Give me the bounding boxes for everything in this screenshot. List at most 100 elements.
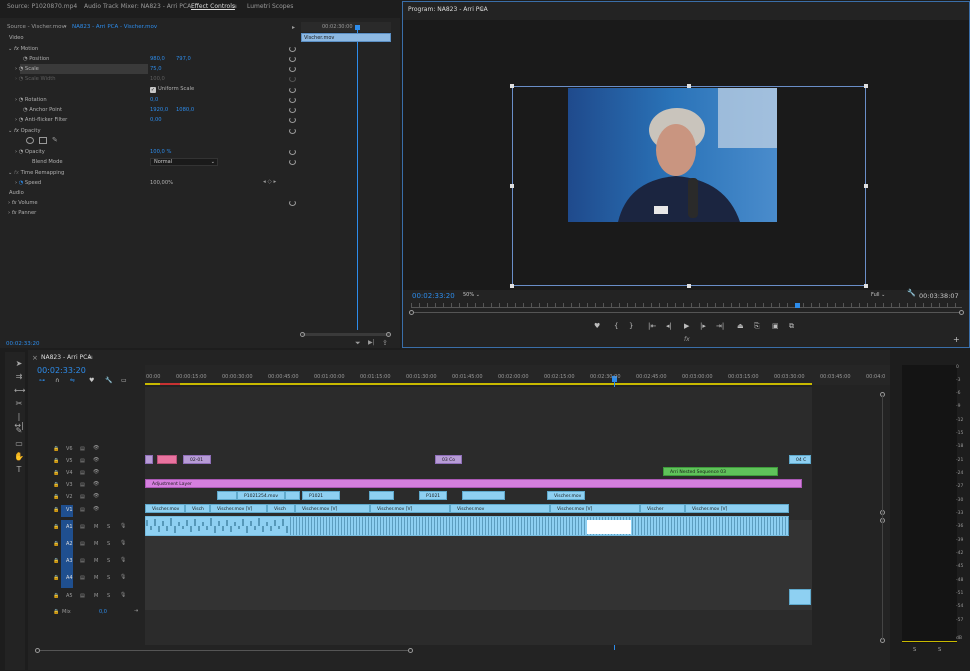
vertical-scrollbar[interactable] bbox=[882, 395, 883, 640]
clip[interactable] bbox=[462, 491, 505, 500]
play-icon[interactable]: ▶ bbox=[684, 322, 689, 330]
wrench-icon[interactable]: 🔧 bbox=[907, 289, 916, 297]
clip[interactable] bbox=[285, 491, 300, 500]
track-select-tool-icon[interactable]: ⇉ bbox=[14, 372, 24, 382]
rectangle-mask-icon[interactable] bbox=[39, 137, 47, 144]
motion-row[interactable]: ⌄ fx Motion bbox=[8, 44, 38, 54]
clip[interactable] bbox=[145, 455, 153, 464]
transform-handle[interactable] bbox=[510, 184, 514, 188]
zoom-handle-right[interactable] bbox=[386, 332, 391, 337]
camera-icon[interactable]: ▣ bbox=[772, 322, 779, 330]
add-button-icon[interactable]: + bbox=[953, 335, 960, 344]
chevron-down-icon[interactable]: ⌄ bbox=[8, 46, 12, 52]
track-label[interactable]: V1 bbox=[66, 507, 73, 513]
clip[interactable]: P1021 bbox=[419, 491, 447, 500]
clip[interactable]: Vischer.mov bbox=[145, 504, 185, 513]
linked-selection-icon[interactable]: ⇋ bbox=[70, 377, 75, 384]
mute-button[interactable]: M bbox=[94, 541, 98, 547]
chevron-down-icon[interactable]: ⌄ bbox=[8, 128, 12, 134]
source-clip-label[interactable]: Source - Vischer.mov bbox=[7, 24, 65, 30]
sync-lock-icon[interactable]: ▤ bbox=[80, 482, 85, 488]
lock-icon[interactable]: 🔒 bbox=[53, 593, 59, 599]
volume-row[interactable]: › fx Volume bbox=[8, 198, 38, 208]
lock-icon[interactable]: 🔒 bbox=[53, 575, 59, 581]
clip[interactable]: P1021254.mov bbox=[237, 491, 285, 500]
sequence-clip-label[interactable]: NA823 - Arri PCA - Vischer.mov bbox=[72, 24, 157, 30]
sync-lock-icon[interactable]: ▤ bbox=[80, 524, 85, 530]
position-x-value[interactable]: 980,0 bbox=[150, 56, 165, 62]
chevron-right-icon[interactable]: › bbox=[8, 200, 10, 206]
program-time-ruler[interactable] bbox=[411, 303, 962, 308]
solo-left-button[interactable]: S bbox=[913, 647, 916, 653]
solo-right-button[interactable]: S bbox=[938, 647, 941, 653]
magnet-icon[interactable]: ∩ bbox=[55, 377, 59, 384]
track-label[interactable]: A5 bbox=[66, 593, 73, 599]
microphone-icon[interactable]: 🎙 bbox=[120, 592, 126, 598]
reset-opacity-icon[interactable] bbox=[289, 149, 296, 155]
anchor-x-value[interactable]: 1920,0 bbox=[150, 107, 168, 113]
stopwatch-icon[interactable]: ◔ bbox=[19, 149, 24, 155]
reset-rotation-icon[interactable] bbox=[289, 97, 296, 103]
hand-tool-icon[interactable]: ✋ bbox=[14, 452, 24, 462]
blend-mode-dropdown[interactable]: Normal ⌄ bbox=[150, 158, 218, 166]
reset-position-icon[interactable] bbox=[289, 56, 296, 62]
eye-icon[interactable]: 👁 bbox=[93, 469, 99, 475]
chevron-down-icon[interactable]: ⌄ bbox=[8, 170, 12, 176]
chevron-down-icon[interactable]: ▾ bbox=[64, 24, 67, 30]
sync-lock-icon[interactable]: ▤ bbox=[80, 507, 85, 513]
filter-icon[interactable]: ⏷ bbox=[355, 339, 361, 348]
clip[interactable] bbox=[217, 491, 237, 500]
antiflicker-value[interactable]: 0,00 bbox=[150, 117, 162, 123]
ripple-edit-tool-icon[interactable]: ⟷ bbox=[14, 386, 25, 396]
quality-dropdown[interactable]: Full ⌄ bbox=[871, 291, 899, 299]
microphone-icon[interactable]: 🎙 bbox=[120, 574, 126, 580]
clip[interactable]: Vischer.mov [V] bbox=[370, 504, 450, 513]
lock-icon[interactable]: 🔒 bbox=[53, 609, 59, 615]
reset-volume-icon[interactable] bbox=[289, 200, 296, 206]
opacity-value[interactable]: 100,0 % bbox=[150, 149, 171, 155]
zoom-handle-left[interactable] bbox=[300, 332, 305, 337]
zoom-dropdown[interactable]: 50% ⌄ bbox=[463, 291, 493, 299]
clip[interactable] bbox=[157, 455, 177, 464]
lift-icon[interactable]: ⏏ bbox=[737, 322, 744, 330]
extract-icon[interactable]: ⎘ bbox=[754, 322, 760, 331]
type-tool-icon[interactable]: T bbox=[14, 465, 24, 475]
sync-lock-icon[interactable]: ▤ bbox=[80, 446, 85, 452]
program-zoom-bar[interactable] bbox=[414, 312, 959, 313]
insert-sequence-icon[interactable]: ⊶ bbox=[39, 377, 45, 384]
track-label[interactable]: V4 bbox=[66, 470, 73, 476]
horizontal-scrollbar[interactable] bbox=[40, 650, 408, 651]
play-audio-icon[interactable]: ▶| bbox=[368, 339, 375, 346]
lock-icon[interactable]: 🔒 bbox=[53, 507, 59, 513]
chevron-right-icon[interactable]: › bbox=[8, 210, 10, 216]
program-playhead[interactable] bbox=[795, 303, 800, 308]
clip[interactable] bbox=[369, 491, 394, 500]
microphone-icon[interactable]: 🎙 bbox=[120, 523, 126, 529]
reset-scale-icon[interactable] bbox=[289, 66, 296, 72]
mute-button[interactable]: M bbox=[94, 593, 98, 599]
pen-tool-icon[interactable]: ✎ bbox=[14, 426, 24, 436]
stopwatch-icon[interactable]: ◔ bbox=[23, 56, 28, 62]
lock-icon[interactable]: 🔒 bbox=[53, 541, 59, 547]
a5-audio-clip[interactable] bbox=[789, 589, 811, 605]
tab-lumetri-scopes[interactable]: Lumetri Scopes bbox=[247, 3, 293, 10]
fx-icon[interactable]: fx bbox=[684, 336, 690, 343]
mark-out-icon[interactable]: } bbox=[629, 322, 633, 330]
reset-antiflicker-icon[interactable] bbox=[289, 117, 296, 123]
track-label[interactable]: V2 bbox=[66, 494, 73, 500]
track-label[interactable]: A2 bbox=[66, 541, 73, 547]
transform-bounding-box[interactable] bbox=[512, 86, 866, 286]
clip[interactable]: Vischer.mov [V] bbox=[685, 504, 789, 513]
rectangle-tool-icon[interactable]: ▭ bbox=[14, 439, 24, 449]
uniform-scale-checkbox[interactable]: ✓ bbox=[150, 87, 156, 93]
comparison-view-icon[interactable]: ⧉ bbox=[789, 322, 794, 331]
lock-icon[interactable]: 🔒 bbox=[53, 524, 59, 530]
sync-lock-icon[interactable]: ▤ bbox=[80, 541, 85, 547]
stopwatch-icon[interactable]: ◔ bbox=[23, 107, 28, 113]
hzoom-handle-right[interactable] bbox=[408, 648, 413, 653]
keyframe-nav-icon[interactable]: ◂ ◇ ▸ bbox=[263, 179, 276, 185]
close-icon[interactable]: × bbox=[32, 354, 38, 362]
selected-audio-segment[interactable] bbox=[587, 520, 631, 534]
selection-tool-icon[interactable]: ➤ bbox=[14, 359, 24, 369]
time-remap-row[interactable]: ⌄ fx Time Remapping bbox=[8, 168, 64, 178]
